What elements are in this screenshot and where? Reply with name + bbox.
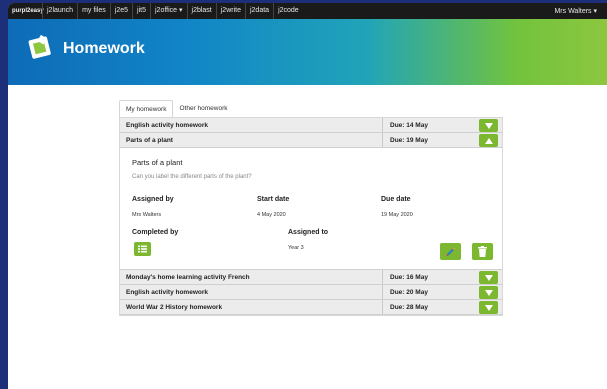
homework-row[interactable]: English activity homework Due: 14 May <box>120 118 502 133</box>
page-banner: Homework <box>8 19 607 85</box>
nav-j2data[interactable]: j2data <box>244 3 273 19</box>
completed-by-label: Completed by <box>132 229 179 236</box>
tab-my-homework[interactable]: My homework <box>119 100 174 117</box>
nav-j2office[interactable]: j2office ▾ <box>150 3 187 19</box>
homework-name: Parts of a plant <box>126 136 173 144</box>
homework-list: English activity homework Due: 14 May Pa… <box>119 117 503 316</box>
tab-other-homework[interactable]: Other homework <box>173 100 233 117</box>
nav-j2launch[interactable]: j2launch <box>42 3 77 19</box>
nav-j2code[interactable]: j2code <box>273 3 303 19</box>
app-window: purpl2easy j2launch my files j2e5 jit5 j… <box>8 3 607 389</box>
assigned-by-label: Assigned by <box>132 196 174 203</box>
nav-j2blast[interactable]: j2blast <box>186 3 216 19</box>
edit-icon <box>446 247 455 256</box>
homework-detail: Parts of a plant Can you label the diffe… <box>120 148 502 270</box>
user-menu[interactable]: Mrs Walters ▾ <box>554 7 607 15</box>
homework-row[interactable]: World War 2 History homework Due: 28 May <box>120 300 502 315</box>
start-date-label: Start date <box>257 196 290 203</box>
expand-button[interactable] <box>479 301 498 314</box>
start-date-value: 4 May 2020 <box>257 212 286 218</box>
expand-button[interactable] <box>479 286 498 299</box>
chevron-down-icon <box>484 289 493 296</box>
top-nav-bar: purpl2easy j2launch my files j2e5 jit5 j… <box>8 3 607 19</box>
due-date-value: 19 May 2020 <box>381 212 413 218</box>
nav-j2write[interactable]: j2write <box>215 3 245 19</box>
list-icon <box>138 245 147 253</box>
expand-button[interactable] <box>479 119 498 132</box>
homework-name: English activity homework <box>126 121 208 129</box>
edit-button[interactable] <box>440 243 461 260</box>
chevron-down-icon <box>484 122 493 129</box>
assigned-to-value: Year 3 <box>288 245 304 251</box>
homework-tabs: My homework Other homework <box>119 100 503 117</box>
assigned-by-value: Mrs Walters <box>132 212 162 218</box>
assigned-to-label: Assigned to <box>288 229 329 236</box>
nav-j2e5[interactable]: j2e5 <box>109 3 132 19</box>
nav-jit5[interactable]: jit5 <box>132 3 150 19</box>
detail-description: Can you label the different parts of the… <box>132 174 252 180</box>
page-title: Homework <box>63 40 145 57</box>
collapse-button[interactable] <box>479 134 498 147</box>
homework-app-icon <box>28 34 51 59</box>
chevron-down-icon <box>484 274 493 281</box>
homework-row[interactable]: English activity homework Due: 20 May <box>120 285 502 300</box>
homework-row[interactable]: Monday's home learning activity French D… <box>120 270 502 285</box>
homework-panel: My homework Other homework English activ… <box>119 100 503 316</box>
delete-button[interactable] <box>472 243 493 260</box>
homework-row-expanded[interactable]: Parts of a plant Due: 19 May <box>120 133 502 148</box>
detail-title: Parts of a plant <box>132 158 183 167</box>
nav-my-files[interactable]: my files <box>77 3 110 19</box>
completed-list-button[interactable] <box>134 242 151 256</box>
expand-button[interactable] <box>479 271 498 284</box>
due-date-label: Due date <box>381 196 411 203</box>
homework-name: World War 2 History homework <box>126 303 223 311</box>
homework-name: Monday's home learning activity French <box>126 273 250 281</box>
chevron-down-icon <box>484 304 493 311</box>
brand-logo[interactable]: purpl2easy <box>8 8 44 14</box>
chevron-up-icon <box>484 137 493 144</box>
trash-icon <box>478 246 487 257</box>
homework-name: English activity homework <box>126 288 208 296</box>
